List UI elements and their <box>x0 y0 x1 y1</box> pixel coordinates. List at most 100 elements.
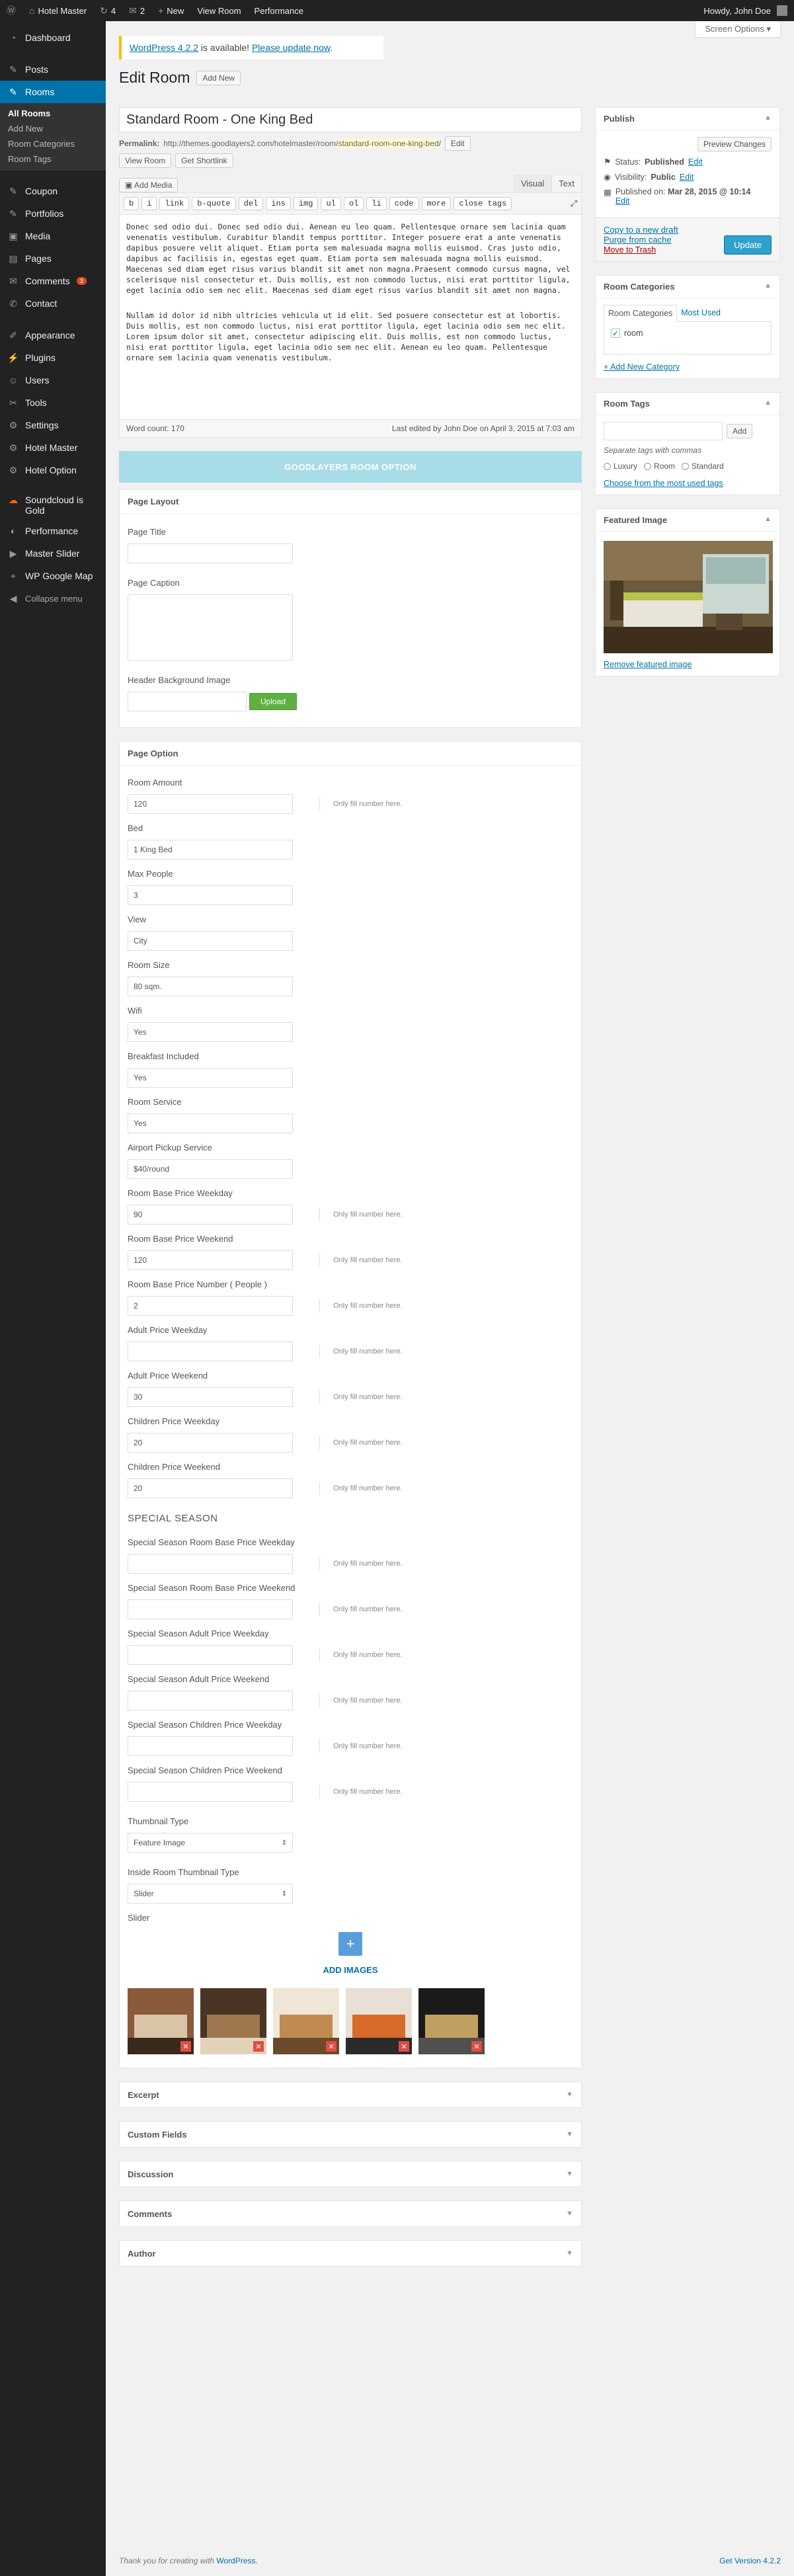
menu-hotel-option[interactable]: ⚙ Hotel Option <box>0 459 106 481</box>
option-input[interactable]: 90 <box>128 1205 293 1225</box>
menu-master-slider[interactable]: ▶ Master Slider <box>0 542 106 565</box>
edit-permalink-button[interactable]: Edit <box>444 136 471 151</box>
slider-image[interactable]: ✕ <box>273 1988 339 2054</box>
option-input[interactable]: 2 <box>128 1296 293 1316</box>
tag-luxury[interactable]: Luxury <box>604 462 637 471</box>
menu-tools[interactable]: ✂ Tools <box>0 391 106 414</box>
chevron-down-icon[interactable]: ▼ <box>566 2091 573 2099</box>
quicktag-button[interactable]: b <box>124 197 139 210</box>
quicktag-button[interactable]: code <box>389 197 419 210</box>
quicktag-button[interactable]: img <box>293 197 319 210</box>
collapsed-metabox[interactable]: Excerpt ▼ <box>119 2081 582 2108</box>
special-season-input[interactable] <box>128 1599 293 1619</box>
remove-image-icon[interactable]: ✕ <box>326 2041 337 2052</box>
chevron-up-icon[interactable]: ▲ <box>764 114 772 124</box>
chevron-down-icon[interactable]: ▼ <box>566 2210 573 2218</box>
menu-media[interactable]: ▣ Media <box>0 225 106 247</box>
quicktag-button[interactable]: del <box>238 197 264 210</box>
preview-changes-button[interactable]: Preview Changes <box>697 137 772 151</box>
quicktag-button[interactable]: close tags <box>454 197 512 210</box>
slider-image[interactable]: ✕ <box>346 1988 412 2054</box>
remove-image-icon[interactable]: ✕ <box>253 2041 264 2052</box>
menu-plugins[interactable]: ⚡ Plugins <box>0 346 106 369</box>
view-room-link[interactable]: View Room <box>190 0 247 21</box>
site-name-link[interactable]: ⌂ Hotel Master <box>22 0 93 21</box>
menu-performance[interactable]: ◐ Performance <box>0 520 106 542</box>
page-caption-textarea[interactable] <box>128 594 293 661</box>
add-images-label[interactable]: ADD IMAGES <box>323 1965 377 1975</box>
menu-dashboard[interactable]: ◔ Dashboard <box>0 26 106 49</box>
chevron-up-icon[interactable]: ▲ <box>764 399 772 409</box>
special-season-input[interactable] <box>128 1736 293 1756</box>
option-input[interactable]: 30 <box>128 1387 293 1407</box>
get-version-link[interactable]: Get Version 4.2.2 <box>719 2556 781 2565</box>
menu-hotel-master[interactable]: ⚙ Hotel Master <box>0 436 106 459</box>
quicktag-button[interactable]: b-quote <box>192 197 236 210</box>
menu-soundcloud[interactable]: ☁ Soundcloud is Gold <box>0 491 106 520</box>
updates-link[interactable]: ↻ 4 <box>93 0 122 21</box>
menu-posts[interactable]: ✎ Posts <box>0 58 106 81</box>
quicktag-button[interactable]: li <box>366 197 387 210</box>
copy-draft-link[interactable]: Copy to a new draft <box>604 225 678 235</box>
option-input[interactable]: 20 <box>128 1433 293 1453</box>
option-input[interactable]: Yes <box>128 1068 293 1088</box>
menu-coupon[interactable]: ✎ Coupon <box>0 180 106 202</box>
menu-collapse[interactable]: ◀ Collapse menu <box>0 587 106 610</box>
remove-image-icon[interactable]: ✕ <box>471 2041 482 2052</box>
option-input[interactable]: $40/round <box>128 1159 293 1179</box>
edit-visibility-link[interactable]: Edit <box>680 173 694 182</box>
remove-image-icon[interactable]: ✕ <box>399 2041 409 2052</box>
inside-thumbnail-type-select[interactable]: Slider ⇕ <box>128 1884 293 1904</box>
slider-image[interactable]: ✕ <box>418 1988 485 2054</box>
collapsed-metabox[interactable]: Custom Fields ▼ <box>119 2121 582 2148</box>
menu-pages[interactable]: ▤ Pages <box>0 247 106 270</box>
add-media-button[interactable]: ▣ Add Media <box>119 178 179 192</box>
slider-image[interactable]: ✕ <box>128 1988 194 2054</box>
performance-link[interactable]: Performance <box>248 0 310 21</box>
add-category-link[interactable]: + Add New Category <box>604 362 680 372</box>
featured-image[interactable] <box>604 541 773 653</box>
quicktag-button[interactable]: ins <box>266 197 291 210</box>
add-images-button[interactable]: + <box>338 1932 362 1956</box>
view-post-button[interactable]: View Room <box>119 153 172 168</box>
option-input[interactable]: 20 <box>128 1478 293 1498</box>
submenu-room-categories[interactable]: Room Categories <box>0 136 106 151</box>
wordpress-link[interactable]: WordPress. <box>216 2556 257 2565</box>
menu-rooms[interactable]: ✎ Rooms <box>0 81 106 103</box>
tag-room[interactable]: Room <box>644 462 675 471</box>
quicktag-button[interactable]: more <box>421 197 452 210</box>
content-textarea[interactable]: Donec sed odio dui. Donec sed odio dui. … <box>119 215 582 420</box>
special-season-input[interactable] <box>128 1554 293 1574</box>
add-new-button[interactable]: Add New <box>196 70 241 85</box>
page-title-input[interactable] <box>128 543 293 563</box>
header-bg-input[interactable] <box>128 692 247 711</box>
tag-standard[interactable]: Standard <box>682 462 724 471</box>
chevron-down-icon[interactable]: ▼ <box>566 2170 573 2178</box>
quicktag-button[interactable]: ul <box>321 197 341 210</box>
quicktag-button[interactable]: link <box>159 197 190 210</box>
option-input[interactable]: 120 <box>128 794 293 814</box>
fullscreen-icon[interactable]: ⤢ <box>571 198 577 209</box>
quicktag-button[interactable]: i <box>141 197 157 210</box>
option-input[interactable]: 3 <box>128 885 293 905</box>
special-season-input[interactable] <box>128 1645 293 1665</box>
option-input[interactable]: 120 <box>128 1250 293 1270</box>
slider-image[interactable]: ✕ <box>200 1988 266 2054</box>
quicktag-button[interactable]: ol <box>343 197 364 210</box>
update-button[interactable]: Update <box>724 235 772 255</box>
update-now-link[interactable]: Please update now <box>252 42 330 53</box>
tab-text[interactable]: Text <box>551 175 582 192</box>
move-to-trash-link[interactable]: Move to Trash <box>604 245 656 255</box>
edit-date-link[interactable]: Edit <box>615 196 630 206</box>
tab-all-categories[interactable]: Room Categories <box>604 305 678 322</box>
menu-appearance[interactable]: ✐ Appearance <box>0 324 106 346</box>
collapsed-metabox[interactable]: Author ▼ <box>119 2240 582 2267</box>
menu-contact[interactable]: ✆ Contact <box>0 292 106 315</box>
menu-portfolios[interactable]: ✎ Portfolios <box>0 202 106 225</box>
chevron-up-icon[interactable]: ▲ <box>764 282 772 292</box>
option-input[interactable]: 80 sqm. <box>128 977 293 996</box>
purge-cache-link[interactable]: Purge from cache <box>604 235 672 245</box>
option-input[interactable] <box>128 1342 293 1361</box>
my-account-link[interactable]: Howdy, John Doe <box>697 0 794 21</box>
thumbnail-type-select[interactable]: Feature Image ⇕ <box>128 1833 293 1853</box>
